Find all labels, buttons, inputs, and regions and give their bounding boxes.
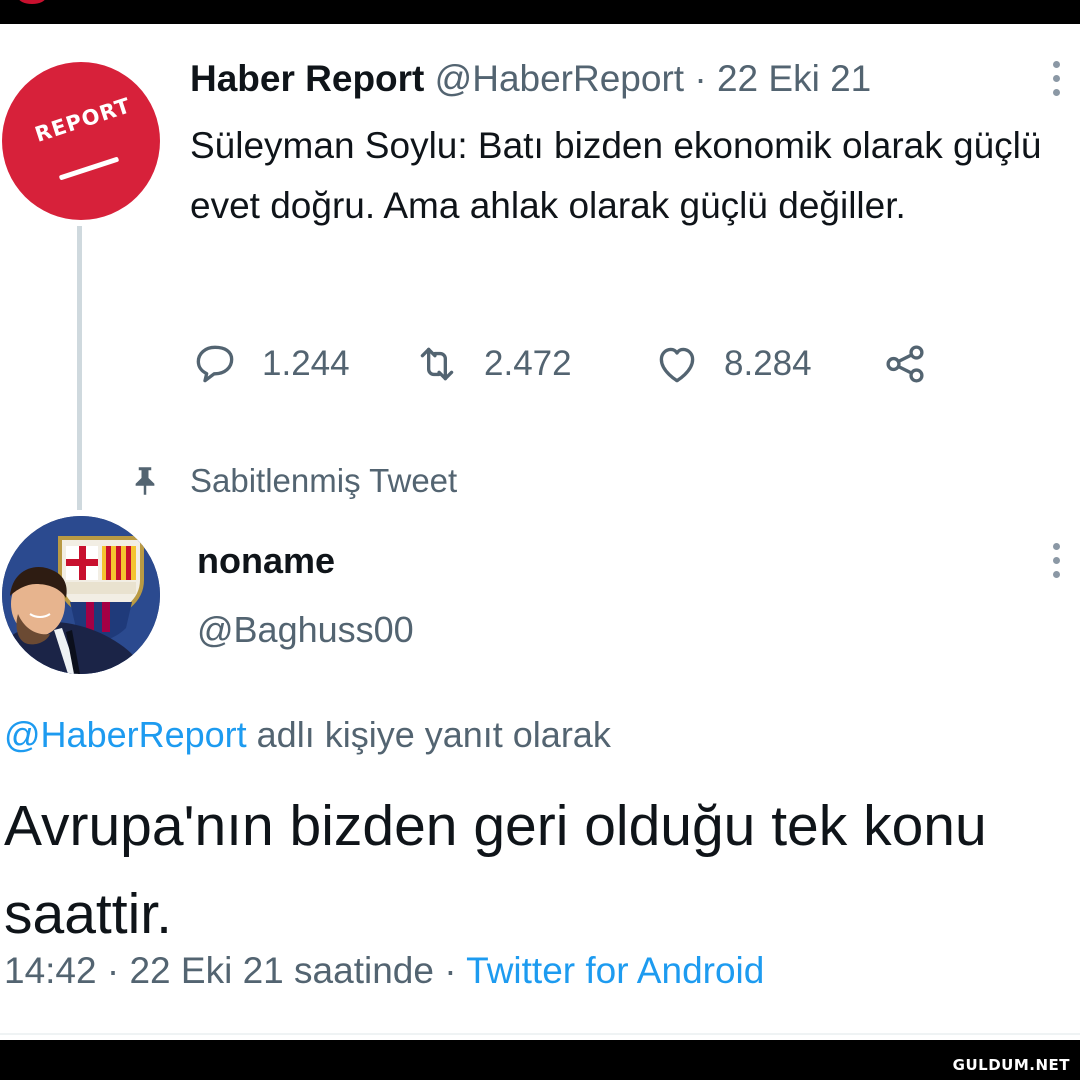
avatar-photo (2, 516, 160, 674)
tweet-card: REPORT Haber Report @HaberReport · 22 Ek… (0, 24, 1080, 1040)
pinned-label: Sabitlenmiş Tweet (190, 462, 458, 499)
watermark: GULDUM.NET (952, 1056, 1070, 1074)
share-icon (886, 345, 924, 383)
noname-avatar[interactable] (2, 516, 160, 674)
reply-display-name[interactable]: noname (197, 540, 335, 582)
like-count: 8.284 (724, 344, 812, 383)
retweet-icon (420, 347, 454, 381)
haber-report-avatar[interactable]: REPORT (2, 62, 160, 220)
reply-user-handle[interactable]: @Baghuss00 (197, 609, 414, 651)
tweet-actions: 1.244 2.472 8.284 (190, 336, 950, 392)
thread-line (77, 226, 82, 510)
reply-button[interactable]: 1.244 (190, 336, 350, 392)
partial-logo (18, 0, 46, 4)
separator: · (694, 58, 707, 99)
like-icon (659, 347, 695, 383)
pinned-indicator: Sabitlenmiş Tweet (132, 457, 457, 505)
tweet-date[interactable]: 22 Eki 21 (717, 58, 871, 99)
meta-separator-1: · (106, 950, 120, 991)
avatar-logo-underline (58, 156, 120, 181)
meta-separator-2: · (444, 950, 457, 991)
share-button[interactable] (880, 336, 930, 392)
avatar-logo-text: REPORT (32, 93, 134, 147)
display-name[interactable]: Haber Report (190, 58, 424, 99)
retweet-count: 2.472 (484, 344, 572, 383)
reply-count: 1.244 (262, 344, 350, 383)
reply-context: @HaberReport adlı kişiye yanıt olarak (4, 714, 611, 756)
divider (0, 1033, 1080, 1035)
retweet-button[interactable]: 2.472 (412, 336, 572, 392)
top-black-bar (0, 0, 1080, 24)
like-button[interactable]: 8.284 (652, 336, 812, 392)
tweet-meta: 14:42 · 22 Eki 21 saatinde · Twitter for… (4, 950, 764, 992)
pinned-tweet-text: Süleyman Soylu: Batı bizden ekonomik ola… (190, 125, 1042, 226)
more-icon[interactable] (1047, 540, 1065, 582)
tweet-source-link[interactable]: Twitter for Android (466, 950, 764, 991)
bottom-black-bar: GULDUM.NET (0, 1040, 1080, 1080)
reply-icon (196, 345, 234, 383)
pin-icon (135, 467, 155, 495)
user-handle[interactable]: @HaberReport (435, 58, 684, 99)
pinned-tweet-header: Haber Report @HaberReport · 22 Eki 21 (190, 58, 871, 100)
more-icon[interactable] (1047, 58, 1065, 100)
reply-context-text: adlı kişiye yanıt olarak (246, 714, 611, 755)
tweet-date-text[interactable]: 22 Eki 21 saatinde (129, 950, 433, 991)
reply-mention-link[interactable]: @HaberReport (4, 714, 247, 755)
tweet-time[interactable]: 14:42 (4, 950, 97, 991)
reply-tweet-text: Avrupa'nın bizden geri olduğu tek konu s… (4, 794, 987, 946)
